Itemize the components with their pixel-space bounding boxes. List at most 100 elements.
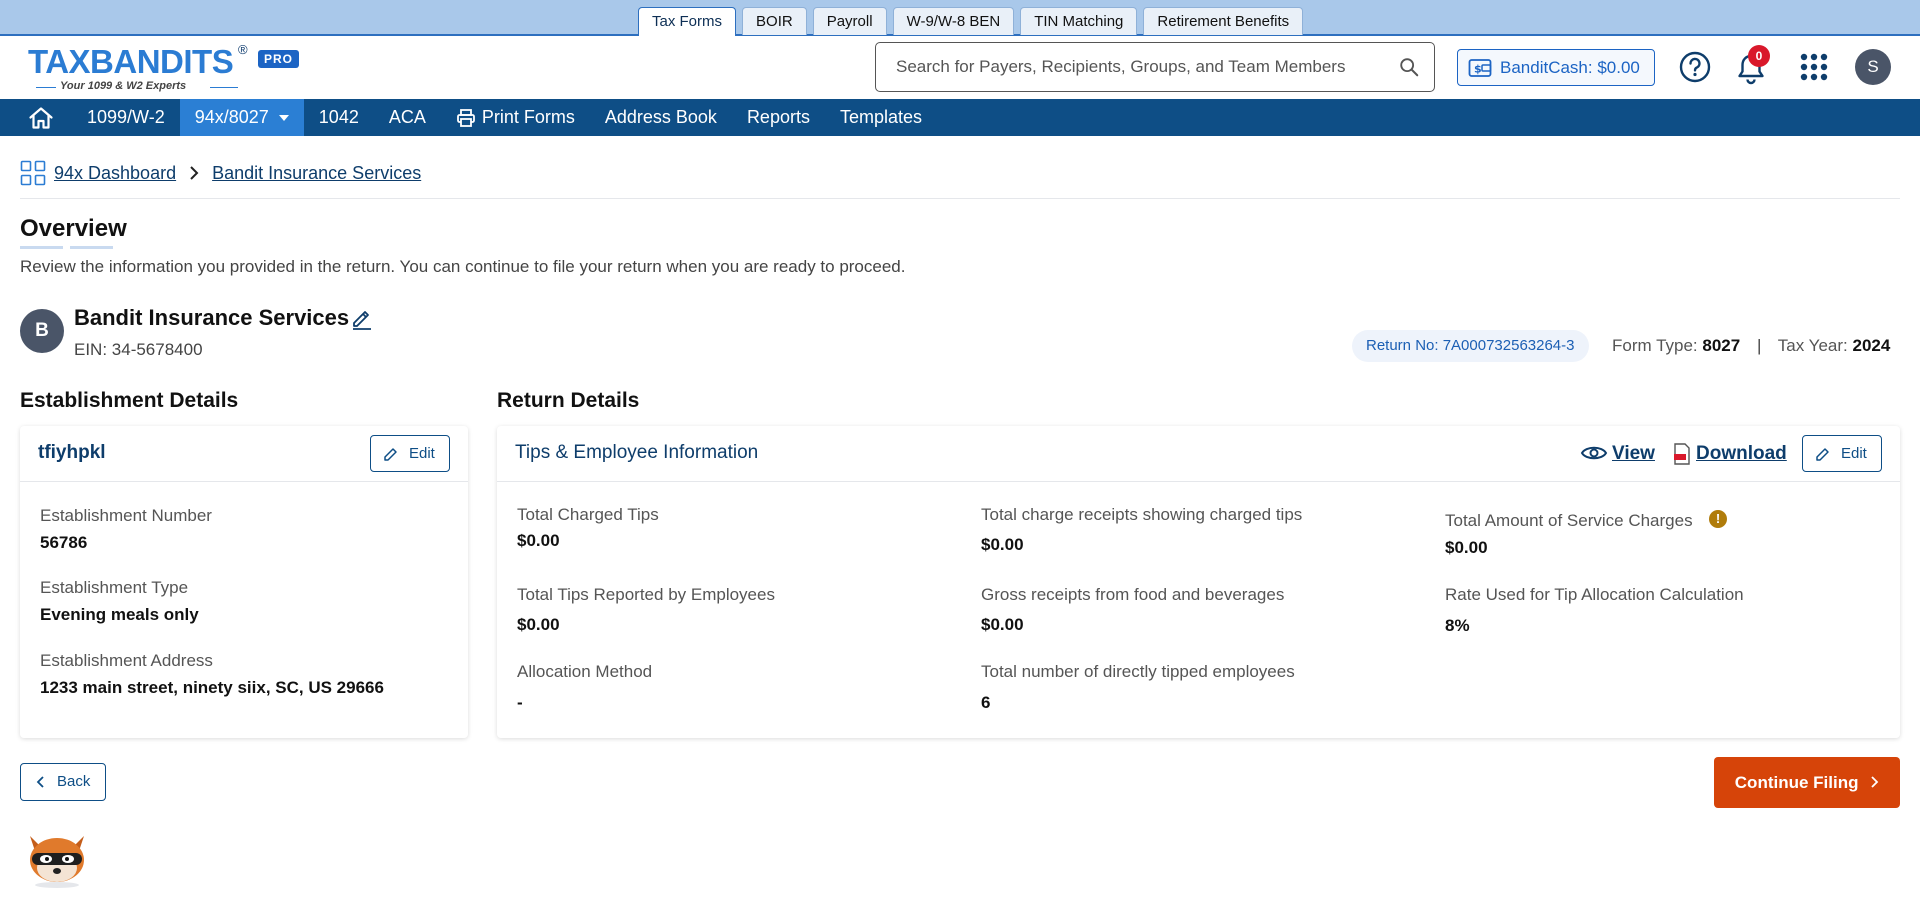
establishment-type-value: Evening meals only — [40, 605, 199, 624]
nav-address-book[interactable]: Address Book — [590, 99, 732, 136]
establishment-address-value: 1233 main street, ninety siix, SC, US 29… — [40, 678, 384, 697]
nav-94x-8027-label: 94x/8027 — [194, 107, 269, 127]
tab-tax-forms[interactable]: Tax Forms — [638, 7, 737, 37]
title-underline-right — [70, 246, 113, 249]
user-avatar[interactable]: S — [1855, 49, 1891, 85]
nav-print-forms[interactable]: Print Forms — [441, 99, 590, 136]
charge-receipts-value: $0.00 — [981, 535, 1024, 554]
edit-establishment-button[interactable]: Edit — [370, 435, 450, 472]
chatbot-mascot-icon[interactable] — [22, 826, 92, 888]
tipped-employees-value: 6 — [981, 693, 991, 712]
main-nav: 1099/W-2 94x/8027 1042 ACA Print Forms A… — [0, 99, 1920, 136]
nav-reports[interactable]: Reports — [732, 99, 825, 136]
establishment-name: tfiyhpkl — [38, 442, 106, 463]
continue-filing-button[interactable]: Continue Filing — [1714, 757, 1900, 808]
chevron-right-icon — [1871, 776, 1879, 788]
back-button-label: Back — [57, 773, 91, 790]
tips-employee-info-title: Tips & Employee Information — [515, 442, 759, 463]
tab-payroll[interactable]: Payroll — [812, 7, 887, 35]
return-number-badge: Return No: 7A000732563264-3 — [1352, 330, 1589, 362]
page-subtitle: Review the information you provided in t… — [20, 257, 906, 276]
nav-templates[interactable]: Templates — [825, 99, 937, 136]
pencil-icon — [1816, 448, 1829, 461]
apps-grid-icon[interactable] — [1799, 52, 1829, 82]
download-link[interactable]: Download — [1696, 443, 1787, 465]
tip-allocation-rate-label: Rate Used for Tip Allocation Calculation — [1445, 585, 1744, 604]
charge-receipts-label: Total charge receipts showing charged ti… — [981, 505, 1303, 524]
nav-reports-label: Reports — [746, 107, 810, 127]
tipped-employees-label: Total number of directly tipped employee… — [981, 662, 1295, 681]
establishment-number-value: 56786 — [40, 533, 88, 552]
logo-registered-mark: ® — [238, 42, 248, 57]
page-title: Overview — [20, 215, 127, 242]
breadcrumb: 94x Dashboard Bandit Insurance Services — [20, 160, 421, 186]
edit-establishment-label: Edit — [409, 445, 435, 462]
allocation-method-label: Allocation Method — [517, 662, 653, 681]
edit-return-button[interactable]: Edit — [1802, 435, 1882, 472]
caret-down-icon — [278, 114, 289, 121]
form-type-value: 8027 — [1702, 336, 1741, 355]
back-button[interactable]: Back — [20, 763, 106, 801]
nav-templates-label: Templates — [839, 107, 923, 127]
establishment-card-header: tfiyhpkl Edit — [20, 426, 468, 482]
form-type-label: Form Type: — [1612, 336, 1698, 355]
tab-boir[interactable]: BOIR — [742, 7, 807, 35]
product-tabs: Tax Forms BOIR Payroll W-9/W-8 BEN TIN M… — [638, 7, 1304, 37]
nav-94x-8027[interactable]: 94x/8027 — [179, 99, 304, 136]
service-charges-label: Total Amount of Service Charges — [1445, 511, 1693, 530]
tax-year-value: 2024 — [1852, 336, 1891, 355]
product-tab-strip: Tax Forms BOIR Payroll W-9/W-8 BEN TIN M… — [0, 0, 1920, 37]
pro-badge: PRO — [258, 50, 300, 68]
return-details-card-header: Tips & Employee Information View Downloa… — [497, 426, 1900, 482]
payer-name: Bandit Insurance Services — [74, 305, 350, 330]
search-input[interactable] — [896, 43, 1376, 91]
total-charged-tips-label: Total Charged Tips — [517, 505, 659, 524]
logo-wordmark: TAXBANDITS — [28, 43, 234, 80]
form-type-tax-year: Form Type: 8027 | Tax Year: 2024 — [1612, 336, 1890, 356]
tab-tin-matching[interactable]: TIN Matching — [1020, 7, 1138, 35]
gross-receipts-value: $0.00 — [981, 615, 1024, 634]
nav-address-book-label: Address Book — [604, 107, 717, 127]
edit-payer-pencil-icon[interactable] — [350, 306, 374, 330]
nav-aca[interactable]: ACA — [374, 99, 441, 136]
pdf-file-icon — [1674, 443, 1690, 465]
svg-text:$: $ — [1474, 63, 1482, 76]
global-search[interactable] — [875, 42, 1435, 92]
nav-1099-w2[interactable]: 1099/W-2 — [72, 99, 180, 136]
continue-filing-label: Continue Filing — [1734, 773, 1859, 792]
chevron-right-icon — [190, 166, 199, 180]
search-icon[interactable] — [1398, 56, 1420, 78]
warning-icon[interactable]: ! — [1709, 510, 1727, 528]
nav-aca-label: ACA — [388, 107, 426, 127]
separator: | — [1756, 336, 1762, 355]
establishment-number-label: Establishment Number — [40, 506, 212, 525]
eye-icon[interactable] — [1580, 443, 1608, 463]
total-charged-tips-value: $0.00 — [517, 531, 560, 550]
tab-retirement-benefits[interactable]: Retirement Benefits — [1143, 7, 1304, 35]
chevron-left-icon — [36, 776, 44, 788]
establishment-address-label: Establishment Address — [40, 651, 213, 670]
divider — [20, 198, 1900, 199]
establishment-card: tfiyhpkl Edit Establishment Number 56786… — [20, 426, 468, 738]
breadcrumb-dashboard-link[interactable]: 94x Dashboard — [54, 163, 176, 184]
return-details-section-title: Return Details — [497, 389, 640, 412]
tab-w9-w8ben[interactable]: W-9/W-8 BEN — [892, 7, 1015, 35]
nav-1042-label: 1042 — [318, 107, 359, 127]
help-icon[interactable] — [1678, 50, 1712, 84]
dashboard-icon — [20, 160, 46, 186]
breadcrumb-current-link[interactable]: Bandit Insurance Services — [212, 163, 421, 184]
logo-rule-right — [210, 87, 238, 88]
nav-home[interactable] — [0, 99, 72, 136]
establishment-type-label: Establishment Type — [40, 578, 189, 597]
bandit-cash-button[interactable]: $ BanditCash: $0.00 — [1457, 49, 1655, 86]
app-header: TAXBANDITS ® PRO Your 1099 & W2 Experts … — [0, 36, 1920, 99]
logo-tagline: Your 1099 & W2 Experts — [60, 80, 187, 92]
notification-count-badge: 0 — [1748, 45, 1770, 67]
taxbandits-logo[interactable]: TAXBANDITS ® PRO Your 1099 & W2 Experts — [28, 42, 308, 92]
payer-ein: EIN: 34-5678400 — [74, 340, 203, 359]
service-charges-value: $0.00 — [1445, 538, 1488, 557]
nav-1042[interactable]: 1042 — [304, 99, 374, 136]
establishment-section-title: Establishment Details — [20, 389, 239, 412]
view-link[interactable]: View — [1612, 443, 1655, 465]
tips-reported-value: $0.00 — [517, 615, 560, 634]
